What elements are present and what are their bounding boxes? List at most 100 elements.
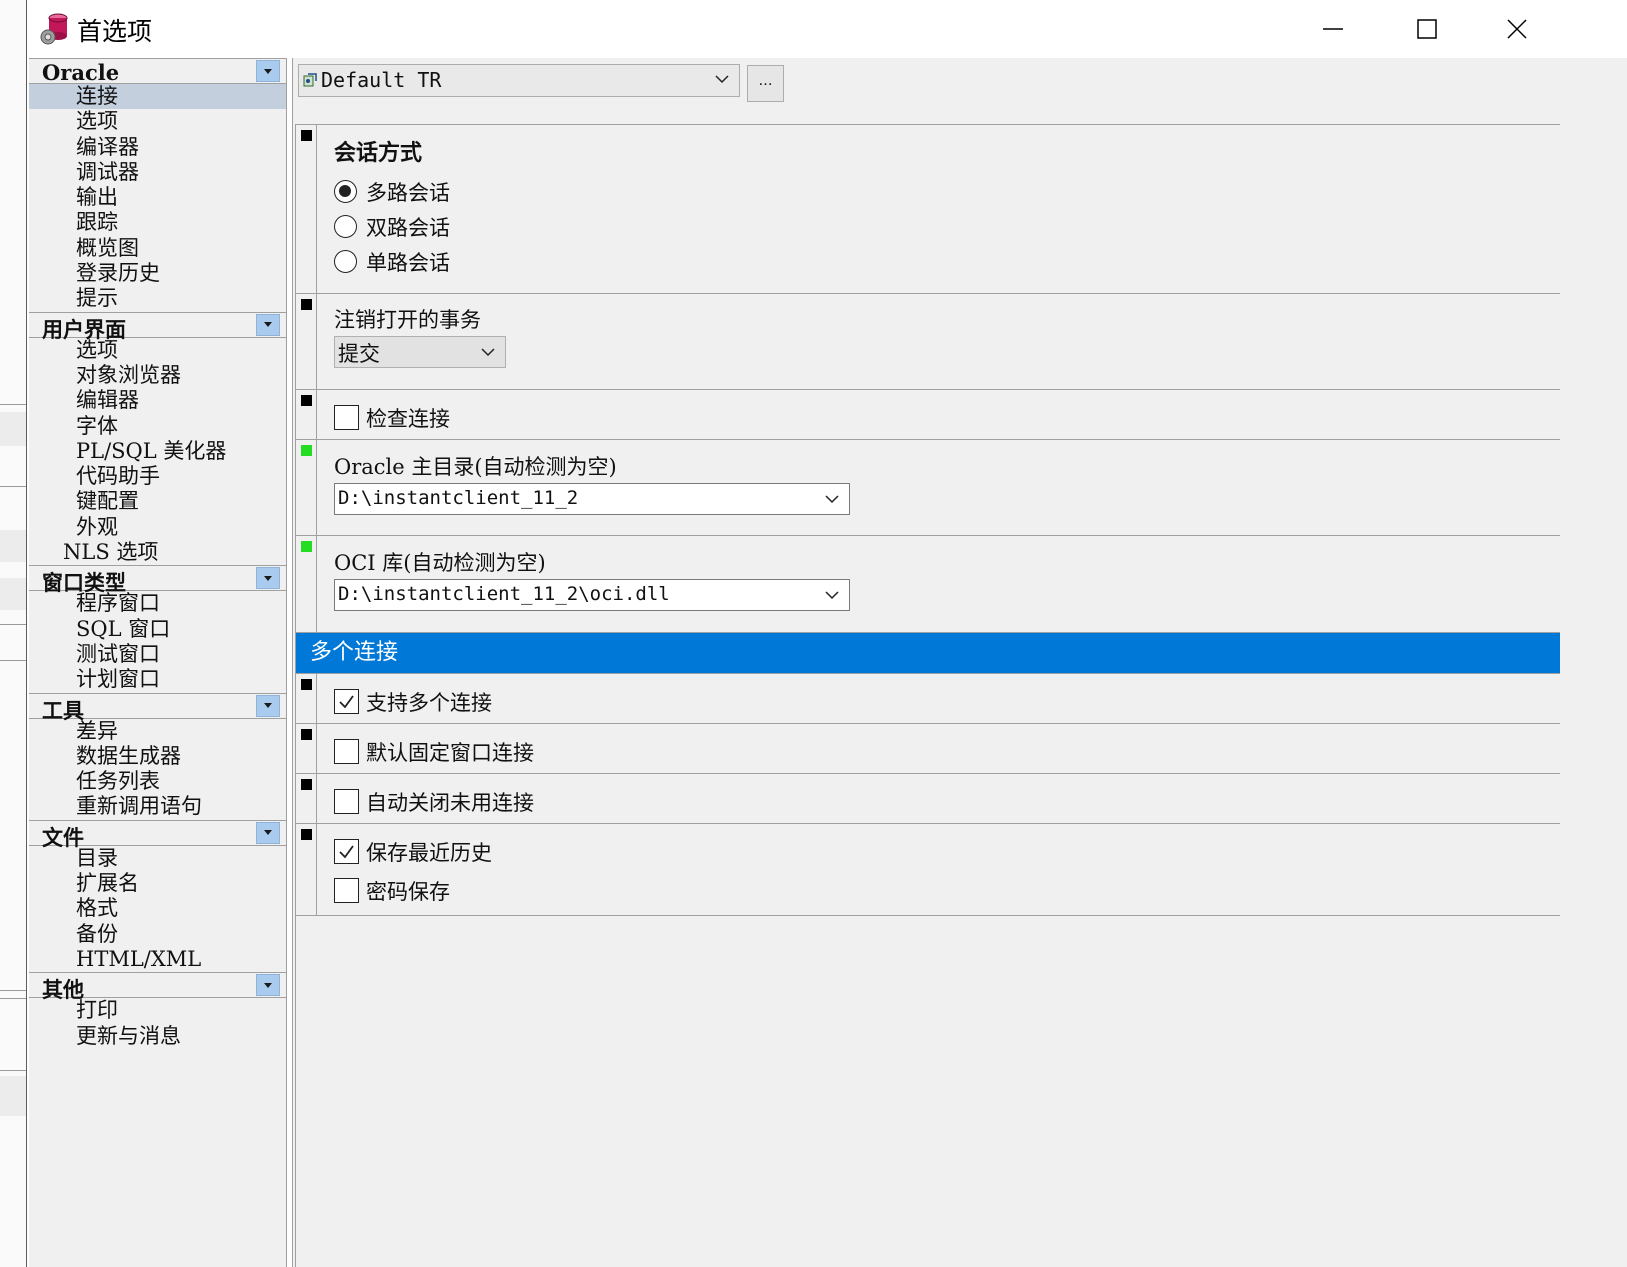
- chevron-down-icon: [715, 75, 729, 84]
- profile-browse-button[interactable]: …: [747, 65, 784, 102]
- save-history-label: 保存最近历史: [366, 841, 492, 865]
- chevron-down-icon: [825, 591, 839, 600]
- collapse-group-button[interactable]: [256, 313, 280, 336]
- modified-marker: [301, 829, 312, 840]
- close-button[interactable]: [1471, 0, 1563, 58]
- collapse-group-button[interactable]: [256, 821, 280, 844]
- title-bar: 首选项: [27, 0, 1627, 58]
- nav-group-label: 窗口类型: [42, 570, 126, 596]
- nav-group[interactable]: Oracle: [29, 58, 286, 85]
- nav-item[interactable]: 连接: [29, 84, 286, 110]
- triangle-down-icon: [264, 830, 272, 836]
- nav-item[interactable]: 概览图: [29, 236, 286, 261]
- session-dual-radio[interactable]: [334, 215, 357, 238]
- maximize-button[interactable]: [1381, 0, 1473, 58]
- collapse-group-button[interactable]: [256, 974, 280, 997]
- nav-item[interactable]: 字体: [29, 414, 286, 439]
- nav-item[interactable]: PL/SQL 美化器: [29, 439, 286, 464]
- profile-select[interactable]: Default TR: [298, 64, 740, 97]
- session-single-radio[interactable]: [334, 250, 357, 273]
- nav-item[interactable]: 重新调用语句: [29, 794, 286, 819]
- nav-item[interactable]: 数据生成器: [29, 744, 286, 769]
- triangle-down-icon: [264, 703, 272, 709]
- check-connection-checkbox[interactable]: [334, 405, 359, 430]
- nav-item[interactable]: 登录历史: [29, 261, 286, 286]
- nav-item[interactable]: SQL 窗口: [29, 617, 286, 642]
- modified-marker: [301, 299, 312, 310]
- nav-item[interactable]: NLS 选项: [29, 540, 286, 565]
- nav-group[interactable]: 窗口类型: [29, 565, 286, 595]
- support-multiple-checkbox[interactable]: [334, 689, 359, 714]
- checkmark-icon: [339, 695, 354, 709]
- logoff-section: 注销打开的事务 提交: [296, 293, 1560, 390]
- nav-item[interactable]: HTML/XML: [29, 947, 286, 972]
- nav-item[interactable]: 代码助手: [29, 464, 286, 489]
- nav-group-label: 文件: [42, 824, 84, 850]
- logoff-select[interactable]: 提交: [334, 336, 506, 368]
- session-multi-radio[interactable]: [334, 180, 357, 203]
- auto-close-section: 自动关闭未用连接: [296, 773, 1560, 824]
- profile-value: Default TR: [321, 68, 442, 92]
- oracle-home-select[interactable]: D:\instantclient_11_2: [334, 483, 850, 515]
- nav-item[interactable]: 编译器: [29, 135, 286, 160]
- checkmark-icon: [339, 845, 354, 859]
- nav-group[interactable]: 文件: [29, 819, 286, 850]
- session-dual-label: 双路会话: [366, 216, 450, 240]
- nav-item[interactable]: 更新与消息: [29, 1024, 286, 1049]
- nav-item[interactable]: 键配置: [29, 489, 286, 514]
- oci-library-label: OCI 库(自动检测为空): [334, 551, 546, 575]
- nav-item[interactable]: 输出: [29, 185, 286, 210]
- save-password-label: 密码保存: [366, 880, 450, 904]
- save-password-checkbox[interactable]: [334, 878, 359, 903]
- settings-panel: Default TR … 会话方式 多路会话 双路会话 单路会话 注销打开的事务…: [292, 58, 1627, 1267]
- background-window-strip: [0, 0, 26, 1267]
- nav-item[interactable]: 提示: [29, 286, 286, 311]
- nav-item[interactable]: 跟踪: [29, 210, 286, 235]
- support-multiple-label: 支持多个连接: [366, 691, 492, 715]
- check-connection-section: 检查连接: [296, 389, 1560, 440]
- collapse-group-button[interactable]: [256, 567, 280, 590]
- nav-group-label: 用户界面: [42, 316, 126, 342]
- window-title: 首选项: [77, 17, 153, 46]
- auto-close-checkbox[interactable]: [334, 789, 359, 814]
- session-single-label: 单路会话: [366, 251, 450, 275]
- nav-group-label: 其他: [42, 977, 84, 1003]
- settings-sections: 会话方式 多路会话 双路会话 单路会话 注销打开的事务 提交 检查连接 Orac…: [295, 124, 1560, 1267]
- oci-library-value: D:\instantclient_11_2\oci.dll: [338, 583, 670, 605]
- nav-item[interactable]: 外观: [29, 515, 286, 540]
- save-history-checkbox[interactable]: [334, 839, 359, 864]
- modified-marker: [301, 679, 312, 690]
- check-connection-label: 检查连接: [366, 407, 450, 431]
- nav-item[interactable]: 计划窗口: [29, 667, 286, 692]
- triangle-down-icon: [264, 575, 272, 581]
- multiple-connections-header: 多个连接: [296, 633, 1560, 673]
- modified-marker: [301, 395, 312, 406]
- nav-item[interactable]: 选项: [29, 109, 286, 134]
- nav-group[interactable]: 用户界面: [29, 311, 286, 342]
- close-icon: [1507, 19, 1527, 39]
- maximize-icon: [1417, 19, 1437, 39]
- profile-icon: [303, 73, 317, 87]
- default-fixed-section: 默认固定窗口连接: [296, 723, 1560, 774]
- nav-item[interactable]: 调试器: [29, 160, 286, 185]
- nav-item[interactable]: 任务列表: [29, 769, 286, 794]
- oci-library-select[interactable]: D:\instantclient_11_2\oci.dll: [334, 579, 850, 611]
- nav-item[interactable]: 编辑器: [29, 388, 286, 413]
- modified-marker: [301, 729, 312, 740]
- collapse-group-button[interactable]: [256, 60, 280, 82]
- nav-item[interactable]: 格式: [29, 896, 286, 921]
- auto-close-label: 自动关闭未用连接: [366, 791, 534, 815]
- collapse-group-button[interactable]: [256, 694, 280, 717]
- nav-item[interactable]: 对象浏览器: [29, 363, 286, 388]
- default-marker: [301, 445, 312, 456]
- nav-item[interactable]: 测试窗口: [29, 642, 286, 667]
- logoff-label: 注销打开的事务: [334, 308, 481, 332]
- nav-group[interactable]: 其他: [29, 972, 286, 1002]
- nav-item[interactable]: 备份: [29, 922, 286, 947]
- nav-item[interactable]: 扩展名: [29, 871, 286, 896]
- nav-group[interactable]: 工具: [29, 692, 286, 723]
- chevron-down-icon: [825, 495, 839, 504]
- default-fixed-checkbox[interactable]: [334, 739, 359, 764]
- minimize-button[interactable]: [1287, 0, 1379, 58]
- database-gear-icon: [40, 13, 68, 45]
